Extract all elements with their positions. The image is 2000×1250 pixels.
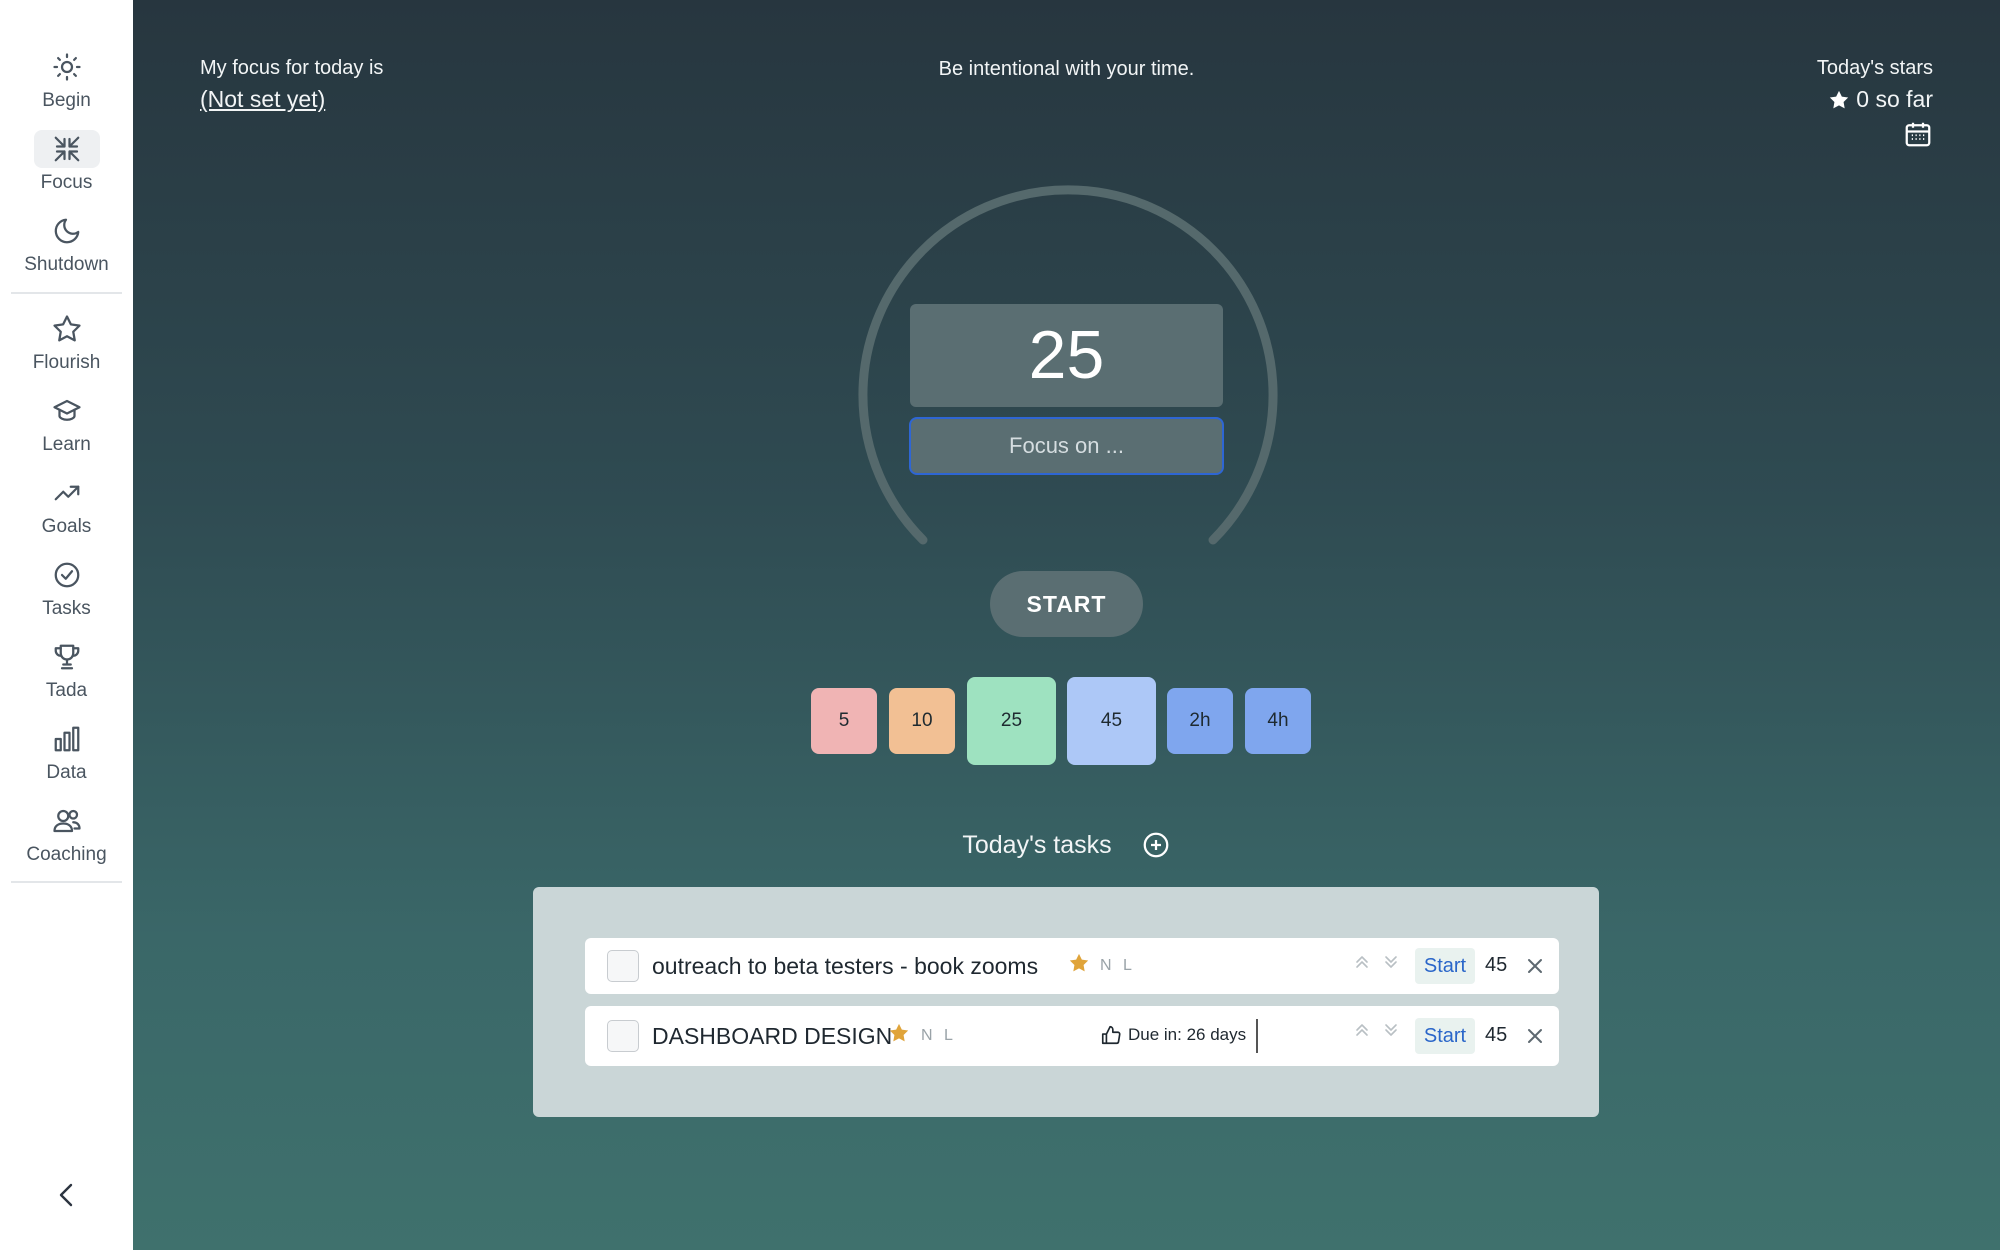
chevrons-down-icon[interactable] xyxy=(1382,1021,1400,1039)
preset-5-button[interactable]: 5 xyxy=(811,688,877,754)
star-icon[interactable] xyxy=(1068,952,1090,974)
task-checkbox[interactable] xyxy=(607,950,639,982)
bar-chart-icon xyxy=(48,720,86,758)
tagline: Be intentional with your time. xyxy=(938,58,1195,80)
preset-45-button[interactable]: 45 xyxy=(1067,677,1156,765)
sun-icon xyxy=(48,48,86,86)
preset-2h-button[interactable]: 2h xyxy=(1167,688,1233,754)
sidebar-divider xyxy=(11,881,122,883)
thumbs-up-icon xyxy=(1101,1025,1121,1045)
chevrons-up-icon[interactable] xyxy=(1353,953,1371,971)
preset-4h-button[interactable]: 4h xyxy=(1245,688,1311,754)
stars-count: 0 so far xyxy=(1817,86,1933,113)
sidebar-item-data[interactable]: Data xyxy=(0,720,133,784)
sidebar-item-shutdown[interactable]: Shutdown xyxy=(0,212,133,276)
due-separator xyxy=(1256,1019,1258,1053)
sidebar-item-label: Tasks xyxy=(42,598,91,619)
sidebar-item-label: Coaching xyxy=(26,844,107,865)
trending-up-icon xyxy=(48,474,86,512)
stars-count-text: 0 so far xyxy=(1856,86,1933,112)
star-icon xyxy=(1830,90,1849,108)
sidebar-item-label: Tada xyxy=(45,680,88,701)
moon-icon xyxy=(48,212,86,250)
trophy-icon xyxy=(48,638,86,676)
sidebar-item-learn[interactable]: Learn xyxy=(0,392,133,456)
set-focus-link[interactable]: (Not set yet) xyxy=(200,86,383,113)
sidebar-item-flourish[interactable]: Flourish xyxy=(0,310,133,374)
sidebar-item-label: Focus xyxy=(40,172,93,193)
chevron-left-icon xyxy=(59,1183,73,1207)
close-icon[interactable] xyxy=(1525,956,1545,976)
tasks-title: Today's tasks xyxy=(962,830,1112,859)
sidebar-item-coaching[interactable]: Coaching xyxy=(0,802,133,866)
preset-25-button[interactable]: 25 xyxy=(967,677,1056,765)
sidebar-item-label: Begin xyxy=(42,90,91,111)
chevrons-down-icon[interactable] xyxy=(1382,953,1400,971)
collapse-sidebar-button[interactable] xyxy=(48,1176,86,1214)
task-row: DASHBOARD DESIGN N L Due in: 26 days Sta… xyxy=(585,1006,1559,1066)
start-button[interactable]: START xyxy=(990,571,1143,637)
sidebar-divider xyxy=(11,292,122,294)
sidebar-item-focus[interactable]: Focus xyxy=(0,130,133,194)
task-due: Due in: 26 days xyxy=(1100,1024,1246,1046)
sidebar-item-tada[interactable]: Tada xyxy=(0,638,133,702)
task-due-text: Due in: 26 days xyxy=(1128,1025,1247,1044)
graduation-cap-icon xyxy=(48,392,86,430)
main-area: My focus for today is (Not set yet) Be i… xyxy=(133,0,2000,1250)
sidebar-item-label: Flourish xyxy=(32,352,101,373)
sidebar-item-label: Goals xyxy=(41,516,92,537)
task-minutes: 45 xyxy=(1485,1024,1508,1046)
task-tag-l[interactable]: L xyxy=(944,1027,953,1045)
add-task-button[interactable] xyxy=(1141,830,1171,860)
star-icon[interactable] xyxy=(888,1022,910,1044)
minimize-icon xyxy=(33,130,100,168)
task-tag-n[interactable]: N xyxy=(1100,957,1112,975)
task-checkbox[interactable] xyxy=(607,1020,639,1052)
stars-label: Today's stars xyxy=(1816,57,1933,79)
task-start-button[interactable]: Start xyxy=(1415,1018,1475,1054)
users-icon xyxy=(48,802,86,840)
focus-input[interactable] xyxy=(909,417,1224,475)
preset-10-button[interactable]: 10 xyxy=(889,688,955,754)
task-text[interactable]: outreach to beta testers - book zooms xyxy=(652,953,1038,980)
task-minutes: 45 xyxy=(1485,954,1508,976)
task-start-button[interactable]: Start xyxy=(1415,948,1475,984)
sidebar-item-goals[interactable]: Goals xyxy=(0,474,133,538)
task-list: outreach to beta testers - book zooms N … xyxy=(533,887,1599,1117)
task-tag-n[interactable]: N xyxy=(921,1027,933,1045)
check-circle-icon xyxy=(48,556,86,594)
task-row: outreach to beta testers - book zooms N … xyxy=(585,938,1559,994)
calendar-icon[interactable] xyxy=(1903,119,1933,149)
sidebar-item-label: Learn xyxy=(42,434,91,455)
task-text[interactable]: DASHBOARD DESIGN xyxy=(652,1023,892,1050)
star-icon xyxy=(48,310,86,348)
tasks-header: Today's tasks xyxy=(133,830,2000,860)
sidebar-item-label: Data xyxy=(46,762,87,783)
task-tag-l[interactable]: L xyxy=(1123,957,1132,975)
plus-circle-icon xyxy=(1143,833,1168,858)
todays-stars: Today's stars 0 so far xyxy=(1817,57,1933,149)
timer-minutes[interactable]: 25 xyxy=(910,304,1223,407)
sidebar-item-label: Shutdown xyxy=(24,254,109,275)
sidebar-item-tasks[interactable]: Tasks xyxy=(0,556,133,620)
sidebar-item-begin[interactable]: Begin xyxy=(0,48,133,112)
sidebar: Begin Focus Shutdown Flourish Learn Goal… xyxy=(0,0,133,1250)
close-icon[interactable] xyxy=(1525,1026,1545,1046)
chevrons-up-icon[interactable] xyxy=(1353,1021,1371,1039)
